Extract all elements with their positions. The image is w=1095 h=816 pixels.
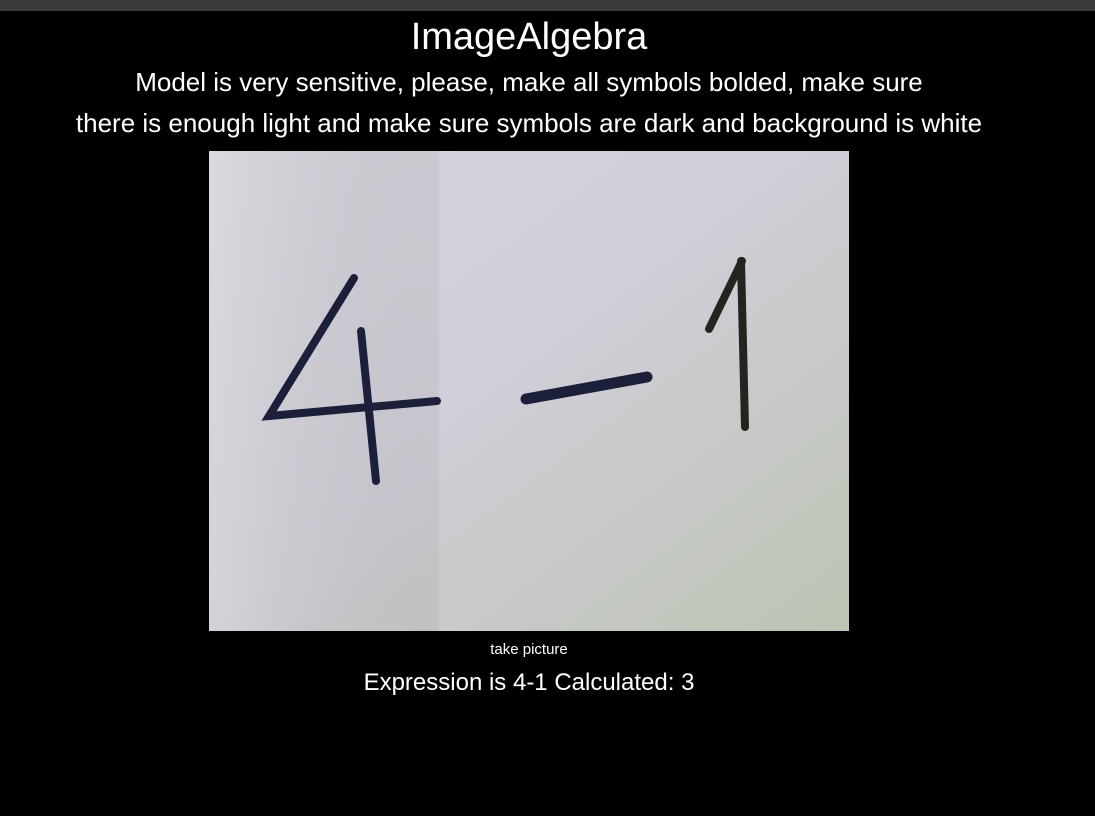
camera-preview	[209, 151, 849, 631]
instructions-line-1: Model is very sensitive, please, make al…	[135, 67, 923, 97]
app-container: ImageAlgebra Model is very sensitive, pl…	[0, 11, 1058, 816]
handwritten-expression-image	[209, 151, 849, 631]
take-picture-button[interactable]: take picture	[0, 641, 1058, 659]
instructions-line-2: there is enough light and make sure symb…	[75, 108, 983, 138]
top-bar	[0, 0, 1095, 11]
result-text: Expression is 4-1 Calculated: 3	[363, 669, 695, 696]
page-title: ImageAlgebra	[410, 16, 648, 58]
